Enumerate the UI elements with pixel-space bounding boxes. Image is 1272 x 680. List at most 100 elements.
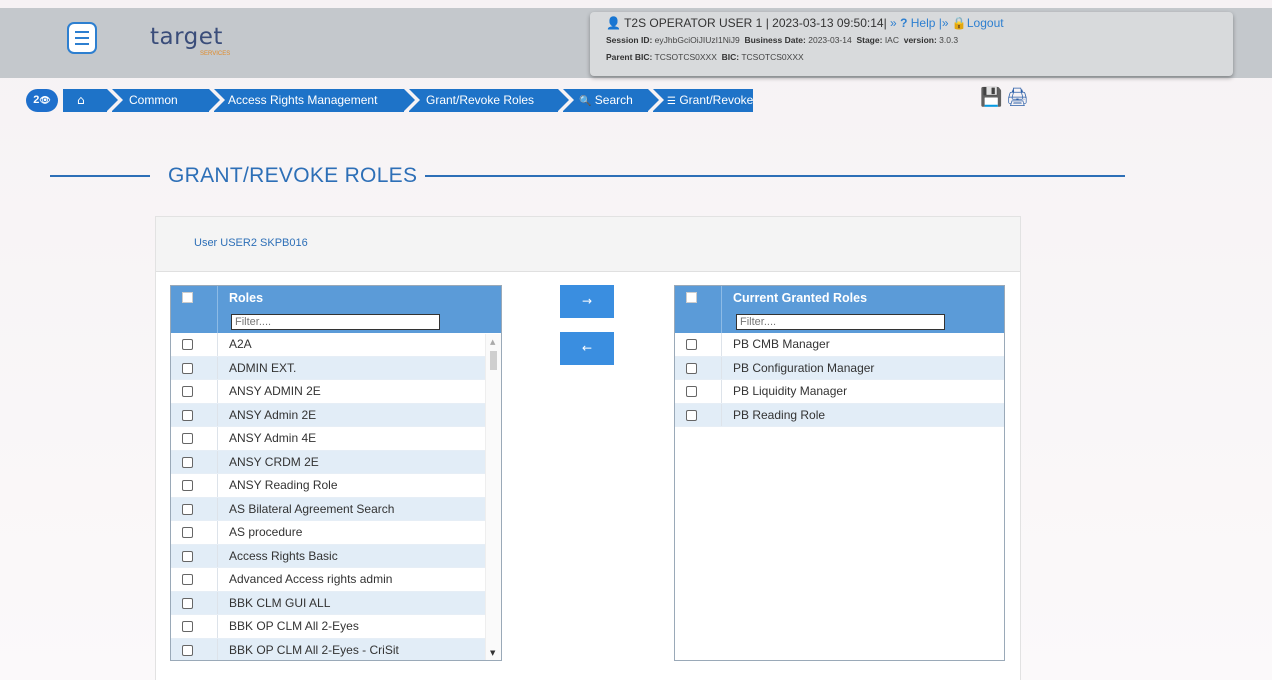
column-divider [721, 286, 722, 310]
lock-icon: 🔒 [951, 16, 967, 30]
parent-bic-value: TCSOTCS0XXX [654, 52, 717, 62]
column-divider [217, 310, 218, 333]
granted-roles-list: PB CMB Manager PB Configuration Manager PB… [675, 333, 1004, 427]
save-icon[interactable]: 💾 [980, 87, 1002, 109]
grant-role-button[interactable]: → [560, 285, 614, 318]
breadcrumb-search[interactable]: 🔍 Search [563, 89, 659, 112]
bic-value: TCSOTCS0XXX [741, 52, 804, 62]
available-roles-header: Roles [171, 286, 501, 310]
row-checkbox[interactable] [182, 362, 193, 374]
table-row[interactable]: PB Configuration Manager [675, 356, 1004, 380]
print-icon[interactable]: 🖨 [1006, 87, 1029, 109]
filter-row [675, 310, 1004, 333]
row-checkbox[interactable] [182, 386, 193, 397]
roles-filter-input[interactable] [231, 314, 440, 330]
granted-roles-filter-input[interactable] [736, 314, 945, 330]
row-checkbox[interactable] [182, 339, 193, 350]
current-granted-roles-column-header: Current Granted Roles [733, 291, 868, 305]
row-checkbox[interactable] [686, 409, 697, 421]
row-checkbox[interactable] [182, 433, 193, 444]
column-divider [721, 310, 722, 333]
row-checkbox[interactable] [182, 527, 193, 538]
hamburger-menu-button[interactable] [67, 22, 97, 54]
stage-value: IAC [884, 35, 899, 45]
logout-link[interactable]: 🔒Logout [952, 16, 1004, 30]
user-info-panel: 👤 T2S OPERATOR USER 1 | 2023-03-13 09:50… [590, 12, 1233, 76]
column-divider [721, 380, 722, 403]
session-id-value: eyJhbGciOiJIUzI1NiJ9 [654, 35, 740, 45]
column-divider [217, 450, 218, 473]
role-name: Advanced Access rights admin [229, 572, 393, 586]
available-roles-table: Roles A2A ADMIN EXT. ANSY ADMIN 2E ANSY Adm… [170, 285, 502, 661]
table-row[interactable]: BBK OP CLM All 2-Eyes [171, 615, 501, 639]
table-row[interactable]: ANSY ADMIN 2E [171, 380, 501, 404]
row-checkbox[interactable] [182, 409, 193, 421]
role-name: A2A [229, 337, 252, 351]
column-divider [217, 544, 218, 567]
scroll-thumb[interactable] [490, 351, 497, 370]
granted-roles-header: Current Granted Roles [675, 286, 1004, 310]
breadcrumb-common[interactable]: Common [112, 89, 220, 112]
row-checkbox[interactable] [182, 456, 193, 468]
column-divider [217, 615, 218, 638]
row-checkbox[interactable] [182, 480, 193, 491]
breadcrumb-home[interactable]: ⌂ [63, 89, 118, 112]
row-checkbox[interactable] [182, 574, 193, 585]
breadcrumb-access-rights-management[interactable]: Access Rights Management [214, 89, 415, 112]
filter-row [171, 310, 501, 333]
row-checkbox[interactable] [686, 339, 697, 350]
row-checkbox[interactable] [182, 597, 193, 609]
column-divider [217, 286, 218, 310]
breadcrumb-history-counter[interactable]: 2👁 [26, 89, 58, 112]
roles-column-header: Roles [229, 291, 264, 305]
table-row[interactable]: ANSY Reading Role [171, 474, 501, 498]
column-divider [217, 356, 218, 379]
row-checkbox[interactable] [686, 386, 697, 397]
table-row[interactable]: BBK OP CLM All 2-Eyes - CriSit [171, 638, 501, 660]
column-divider [721, 403, 722, 426]
help-link[interactable]: ? Help [900, 16, 935, 30]
table-row[interactable]: ANSY CRDM 2E [171, 450, 501, 474]
select-all-granted-checkbox[interactable] [686, 292, 697, 303]
breadcrumb-grant-revoke[interactable]: ☰ Grant/Revoke [653, 89, 753, 112]
stage-label: Stage: [856, 35, 883, 45]
bic-label: BIC: [721, 52, 740, 62]
table-row[interactable]: ANSY Admin 4E [171, 427, 501, 451]
revoke-role-button[interactable]: ← [560, 332, 614, 365]
breadcrumb-label: Grant/Revoke [679, 93, 754, 107]
role-name: BBK OP CLM All 2-Eyes - CriSit [229, 642, 399, 657]
row-checkbox[interactable] [182, 621, 193, 632]
list-icon: ☰ [667, 96, 676, 107]
scroll-up-icon[interactable]: ▲ [490, 338, 495, 346]
table-row[interactable]: A2A [171, 333, 501, 357]
select-all-checkbox[interactable] [182, 292, 193, 303]
table-row[interactable]: Access Rights Basic [171, 544, 501, 568]
role-name: ADMIN EXT. [229, 360, 297, 375]
row-checkbox[interactable] [686, 362, 697, 374]
app-header: target SERVICES 👤 T2S OPERATOR USER 1 | … [0, 8, 1272, 78]
row-checkbox[interactable] [182, 644, 193, 656]
table-row[interactable]: Advanced Access rights admin [171, 568, 501, 592]
row-checkbox[interactable] [182, 550, 193, 562]
granted-roles-table: Current Granted Roles PB CMB ManagerPB C… [674, 285, 1005, 661]
table-row[interactable]: PB CMB Manager [675, 333, 1004, 357]
scroll-down-icon[interactable]: ▼ [490, 649, 495, 657]
table-row[interactable]: AS Bilateral Agreement Search [171, 497, 501, 521]
session-id-label: Session ID: [606, 35, 653, 45]
available-roles-list: A2A ADMIN EXT. ANSY ADMIN 2E ANSY Admin 2E A… [171, 333, 501, 660]
table-row[interactable]: PB Reading Role [675, 403, 1004, 427]
table-row[interactable]: ADMIN EXT. [171, 356, 501, 380]
table-row[interactable]: AS procedure [171, 521, 501, 545]
roles-scrollbar[interactable]: ▲ ▼ [485, 334, 501, 660]
table-row[interactable]: BBK CLM GUI ALL [171, 591, 501, 615]
table-row[interactable]: ANSY Admin 2E [171, 403, 501, 427]
role-name: ANSY ADMIN 2E [229, 384, 321, 398]
breadcrumb-grant-revoke-roles[interactable]: Grant/Revoke Roles [409, 89, 569, 112]
table-row[interactable]: PB Liquidity Manager [675, 380, 1004, 404]
role-name: ANSY CRDM 2E [229, 454, 319, 469]
logo-subtitle: SERVICES [200, 51, 231, 57]
role-name: BBK CLM GUI ALL [229, 595, 331, 610]
role-name: ANSY Admin 4E [229, 431, 317, 445]
column-divider [217, 568, 218, 591]
row-checkbox[interactable] [182, 503, 193, 515]
